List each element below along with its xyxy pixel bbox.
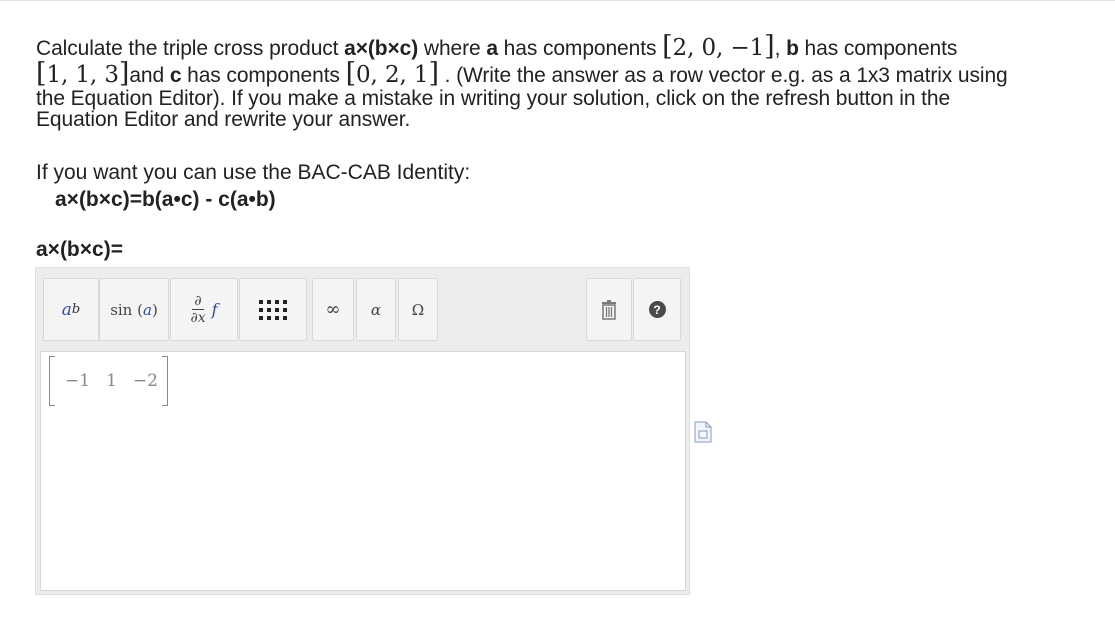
derivative-button[interactable]: ∂ ∂x f (170, 278, 238, 341)
infinity-button[interactable]: ∞ (312, 278, 354, 341)
matrix-cell[interactable]: −1 (65, 371, 90, 391)
question-text: Calculate the triple cross product a×(b×… (36, 31, 1066, 131)
question-line-1: Calculate the triple cross product a×(b×… (36, 31, 958, 62)
identity-intro: If you want you can use the BAC-CAB Iden… (36, 161, 471, 184)
matrix-icon (259, 299, 287, 320)
help-icon: ? (648, 301, 666, 318)
question-line-3: the Equation Editor). If you make a mist… (36, 87, 951, 110)
equation-editor: ab sin (a) ∂ ∂x f ∞ α Ω ? −1 1 −2 (35, 267, 690, 595)
question-line-4: Equation Editor and rewrite your answer. (36, 108, 411, 131)
answer-matrix: −1 1 −2 (49, 356, 168, 406)
clear-button[interactable] (586, 278, 632, 341)
identity-formula: a×(b×c)=b(a•c) - c(a•b) (55, 188, 276, 211)
greek-upper-button[interactable]: Ω (398, 278, 438, 341)
matrix-button[interactable] (239, 278, 307, 341)
greek-lower-button[interactable]: α (356, 278, 396, 341)
function-button[interactable]: sin (a) (99, 278, 169, 341)
vector-b: [1, 1, 3] (36, 58, 130, 89)
right-bracket (161, 356, 168, 406)
top-divider (0, 0, 1115, 1)
help-button[interactable]: ? (633, 278, 681, 341)
left-bracket (49, 356, 55, 406)
question-line-2: [1, 1, 3]and c has components [0, 2, 1] … (36, 58, 1008, 89)
vector-c: [0, 2, 1] (345, 58, 439, 89)
matrix-cell[interactable]: −2 (133, 371, 158, 391)
document-icon[interactable] (694, 421, 712, 443)
trash-icon (602, 299, 616, 320)
vector-a: [2, 0, −1] (662, 31, 775, 62)
matrix-cell[interactable]: 1 (106, 371, 117, 391)
answer-input[interactable]: −1 1 −2 (40, 351, 686, 591)
superscript-button[interactable]: ab (43, 278, 99, 341)
answer-label: a×(b×c)= (36, 238, 123, 261)
